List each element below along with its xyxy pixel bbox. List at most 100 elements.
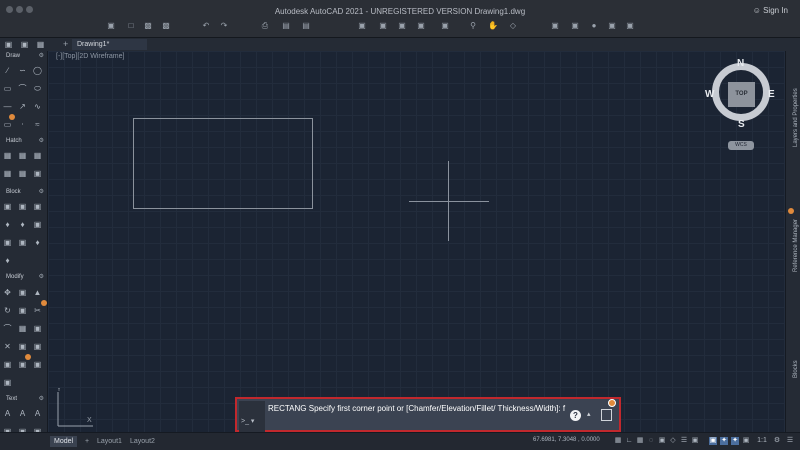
trim-icon[interactable]: ✂ [33,306,42,315]
stretch-icon[interactable]: ▲ [33,288,42,297]
sign-in-button[interactable]: ☺ Sign In [753,6,788,15]
isodraft-icon[interactable]: ◇ [669,437,677,445]
circle-icon[interactable]: ◯ [33,66,42,75]
image-icon[interactable]: ▣ [33,169,42,178]
ray-icon[interactable]: ↗ [18,102,27,111]
command-line[interactable]: >_ ▾ RECTANG Specify first corner point … [235,397,621,432]
command-prompt-icon[interactable]: >_ ▾ [241,417,254,425]
add-layout-button[interactable]: + [81,436,93,447]
compass-west[interactable]: W [705,89,714,100]
grid-icon[interactable]: ▦ [636,437,644,445]
xline-icon[interactable]: — [3,102,12,111]
reference-manager-tab[interactable]: Reference Manager [793,219,799,272]
gear-icon[interactable]: ⚙ [39,273,44,282]
osnap-icon[interactable]: ▣ [709,437,717,445]
workspace-icon[interactable]: ⚙ [773,437,781,445]
rectangle-icon[interactable]: ▭ [3,84,12,93]
lengthen-icon[interactable]: ▣ [3,378,12,387]
match-properties-icon[interactable]: ▣ [378,22,388,30]
explode-icon[interactable]: ▣ [18,342,27,351]
boundary-icon[interactable]: ▦ [33,151,42,160]
orbit-icon[interactable]: ◇ [508,22,518,30]
gear-icon[interactable]: ⚙ [39,137,44,146]
section-draw[interactable]: Draw ⚙ [0,52,48,61]
polar-icon[interactable]: ◌ [647,437,655,445]
redo-icon[interactable]: ↷ [219,22,229,30]
move-icon[interactable]: ✥ [3,288,12,297]
viewcube-top-face[interactable]: TOP [728,82,755,107]
blocks-tab[interactable]: Blocks [793,360,799,378]
mtext-icon[interactable]: A [3,409,12,418]
line-icon[interactable]: ∕ [3,66,12,75]
ucs-icon[interactable]: ▣ [625,22,635,30]
break-icon[interactable]: ▣ [3,360,12,369]
text-edit-icon[interactable]: A [33,409,42,418]
array-icon[interactable]: ▦ [18,324,27,333]
properties-icon[interactable]: ▣ [607,22,617,30]
gear-icon[interactable]: ⚙ [39,52,44,61]
layers-properties-tab[interactable]: Layers and Properties [793,88,799,147]
plot-icon[interactable]: ⎙ [260,22,270,30]
section-hatch[interactable]: Hatch ⚙ [0,137,48,146]
wcs-menu[interactable]: WCS [728,141,754,150]
chamfer-icon[interactable]: ▣ [33,360,42,369]
scale-icon[interactable]: ▣ [33,342,42,351]
compass-east[interactable]: E [768,89,775,100]
rotate-icon[interactable]: ↻ [3,306,12,315]
spline-icon[interactable]: ∿ [33,102,42,111]
fillet-icon[interactable]: ⌒ [3,324,12,333]
dynamic-input-icon[interactable]: ▣ [658,437,666,445]
offset-icon[interactable]: ▣ [33,324,42,333]
snap-icon[interactable]: ▦ [614,437,622,445]
drawn-rectangle[interactable] [133,118,313,209]
table-icon[interactable]: ▦ [3,169,12,178]
hatch-icon[interactable]: ▦ [3,151,12,160]
layer-icon[interactable]: ▣ [357,22,367,30]
new-tab-button[interactable]: + [63,39,68,50]
tab-model[interactable]: Model [50,436,78,447]
palette-toggle-icon[interactable]: ▣ [4,40,13,49]
new-icon[interactable]: ▣ [106,22,116,30]
insert-block-icon[interactable]: ▣ [3,202,12,211]
layer-freeze-icon[interactable]: ▣ [416,22,426,30]
layer-state-icon[interactable]: ▣ [397,22,407,30]
measure-icon[interactable]: ▣ [550,22,560,30]
help-icon[interactable]: ? [570,410,581,421]
compass-south[interactable]: S [738,119,745,130]
define-attribute-icon[interactable]: ♦ [33,238,42,247]
save-as-icon[interactable]: ▩ [161,22,171,30]
section-modify[interactable]: Modify ⚙ [0,273,48,282]
point-icon[interactable]: ⋅ [18,120,27,129]
node-icon[interactable]: ● [589,22,599,30]
manage-attribute-icon[interactable]: ▣ [33,220,42,229]
tab-layout1[interactable]: Layout1 [93,436,126,447]
erase-icon[interactable]: ✕ [3,342,12,351]
tab-layout2[interactable]: Layout2 [126,436,159,447]
gear-icon[interactable]: ⚙ [39,188,44,197]
chevron-up-icon[interactable]: ▴ [587,410,591,418]
annotation-scale[interactable]: 1:1 [755,437,769,445]
zoom-icon[interactable]: ⚲ [468,22,478,30]
share-icon[interactable] [601,409,612,421]
ellipse-icon[interactable]: ⬭ [33,84,42,93]
copy-icon[interactable]: ▣ [18,288,27,297]
annotation-icon[interactable]: ▣ [742,437,750,445]
attribute-icon[interactable]: ♦ [3,220,12,229]
lineweight-icon[interactable]: ☰ [680,437,688,445]
edit-attribute-icon[interactable]: ♦ [18,220,27,229]
tab-drawing1[interactable]: Drawing1* [72,39,147,50]
open-icon[interactable]: □ [126,22,136,30]
save-icon[interactable]: ▩ [143,22,153,30]
views-icon[interactable]: ▣ [20,40,29,49]
pan-icon[interactable]: ✋ [488,22,498,30]
ortho-icon[interactable]: ∟ [625,437,633,445]
sync-attribute-icon[interactable]: ♦ [3,256,12,265]
text-icon[interactable]: A [18,409,27,418]
share-icon[interactable]: ▤ [301,22,311,30]
transparency-icon[interactable]: ▣ [691,437,699,445]
block-editor-icon[interactable]: ▣ [18,238,27,247]
create-block-icon[interactable]: ▣ [18,202,27,211]
drawing-canvas[interactable] [48,51,785,432]
gradient-icon[interactable]: ▦ [18,151,27,160]
section-block[interactable]: Block ⚙ [0,188,48,197]
